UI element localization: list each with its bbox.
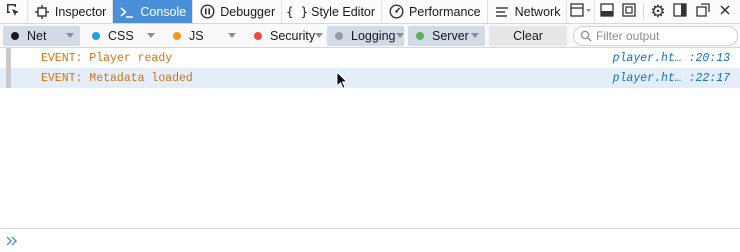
chevron-down-icon[interactable]	[395, 33, 404, 38]
chevron-down-icon[interactable]	[315, 33, 324, 38]
filter-label: Net	[27, 28, 47, 43]
filter-label: Logging	[351, 28, 396, 43]
clear-button[interactable]: Clear	[489, 25, 567, 46]
tab-label: Console	[140, 4, 187, 19]
filter-js-button[interactable]: JS	[165, 26, 242, 46]
chevron-down-icon[interactable]	[471, 33, 479, 38]
tab-label: Inspector	[54, 4, 107, 19]
filter-label: Security	[270, 28, 316, 43]
tab-console[interactable]: Console	[113, 0, 194, 23]
tab-label: Debugger	[220, 4, 276, 19]
message-location-link[interactable]: player.ht… :20:13	[613, 52, 730, 65]
split-console-icon	[599, 3, 614, 20]
mouse-cursor-icon	[336, 71, 348, 89]
message-gutter	[6, 48, 11, 68]
filter-label: CSS	[108, 28, 134, 43]
chevron-prompt-icon	[4, 233, 20, 249]
message-text: EVENT: Metadata loaded	[41, 71, 193, 85]
tab-network[interactable]: Network	[488, 0, 568, 23]
settings-button[interactable]: ⚙	[647, 0, 669, 23]
performance-icon	[388, 4, 404, 20]
logging-dot-icon	[335, 31, 343, 40]
console-input-line[interactable]	[0, 228, 740, 252]
console-icon	[119, 4, 135, 20]
filter-net-button[interactable]: Net	[3, 25, 80, 46]
console-input[interactable]	[24, 233, 740, 248]
close-toolbox-button[interactable]	[714, 0, 736, 23]
console-message[interactable]: EVENT: Player ready player.ht… :20:13	[0, 48, 740, 68]
message-location-link[interactable]: player.ht… :22:17	[613, 72, 730, 85]
toolbar-separator	[642, 3, 644, 20]
console-message[interactable]: EVENT: Metadata loaded player.ht… :22:17	[0, 68, 740, 88]
tab-performance[interactable]: Performance	[382, 0, 488, 23]
undock-button[interactable]	[691, 0, 713, 23]
close-icon	[719, 4, 731, 19]
split-console-button[interactable]	[595, 0, 617, 23]
debugger-icon	[199, 4, 215, 20]
search-input[interactable]	[596, 28, 726, 43]
server-dot-icon	[416, 31, 424, 40]
style-editor-icon: { }	[286, 4, 308, 19]
more-tools-button[interactable]	[567, 0, 596, 23]
message-gutter	[6, 68, 11, 88]
tab-style-editor[interactable]: { } Style Editor	[282, 0, 383, 23]
network-icon	[494, 4, 510, 20]
chevron-down-icon[interactable]	[228, 33, 236, 38]
gear-icon: ⚙	[650, 1, 666, 22]
tab-label: Style Editor	[311, 4, 376, 19]
security-dot-icon	[254, 31, 262, 40]
search-icon	[580, 30, 592, 45]
undock-icon	[695, 3, 710, 20]
js-dot-icon	[173, 31, 181, 40]
chevron-down-icon[interactable]	[147, 33, 155, 38]
frame-icon	[622, 3, 636, 20]
tab-label: Network	[514, 4, 561, 19]
tab-debugger[interactable]: Debugger	[193, 0, 283, 23]
console-filter-bar: Net CSS JS Security Logging Server Clear	[0, 24, 740, 48]
dock-side-icon	[673, 3, 687, 20]
filter-css-button[interactable]: CSS	[84, 26, 161, 46]
net-dot-icon	[11, 31, 19, 40]
filter-output-search[interactable]	[573, 25, 738, 46]
tab-inspector[interactable]: Inspector	[28, 0, 114, 23]
chevron-down-icon[interactable]	[66, 33, 74, 38]
message-text: EVENT: Player ready	[41, 51, 173, 65]
filter-security-button[interactable]: Security	[246, 26, 324, 46]
frame-select-icon	[570, 3, 592, 20]
filter-logging-button[interactable]: Logging	[327, 25, 404, 46]
element-picker-icon	[5, 2, 21, 21]
filter-label: JS	[189, 28, 204, 43]
dock-side-button[interactable]	[669, 0, 691, 23]
screenshot-button[interactable]	[618, 0, 640, 23]
tab-label: Performance	[409, 4, 481, 19]
filter-server-button[interactable]: Server	[408, 25, 485, 46]
element-picker-button[interactable]	[0, 0, 28, 23]
css-dot-icon	[92, 31, 100, 40]
inspector-icon	[34, 4, 50, 20]
filter-label: Server	[432, 28, 469, 43]
toolbox-tabbar: Inspector Console Debugger { } Style Edi…	[0, 0, 740, 24]
console-output[interactable]: EVENT: Player ready player.ht… :20:13 EV…	[0, 48, 740, 228]
